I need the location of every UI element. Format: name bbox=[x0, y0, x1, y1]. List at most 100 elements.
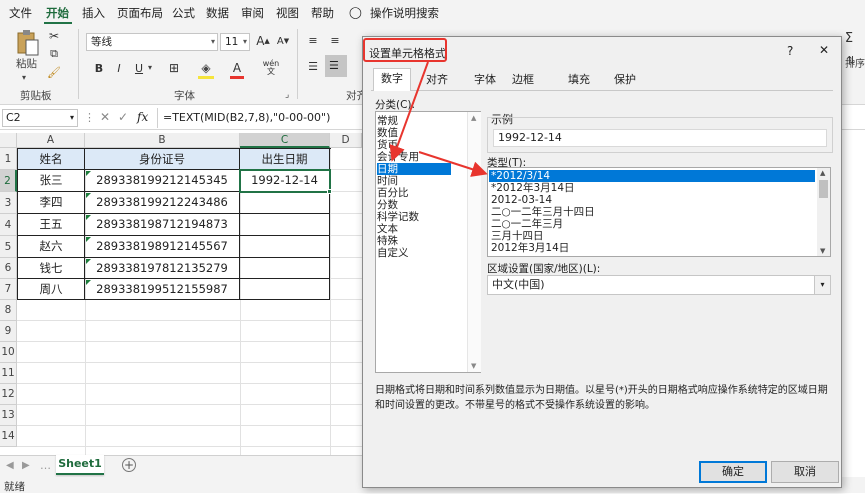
phonetic-icon[interactable]: wén 文 bbox=[262, 59, 280, 77]
insert-function-icon[interactable]: fx bbox=[137, 110, 148, 124]
cell-birth[interactable] bbox=[240, 192, 330, 214]
chevron-down-icon[interactable]: ▾ bbox=[148, 63, 152, 72]
menu-formulas[interactable]: 公式 bbox=[172, 5, 195, 21]
format-painter-icon[interactable]: 🖌 bbox=[47, 65, 61, 79]
copy-icon[interactable]: ⧉ bbox=[47, 47, 61, 61]
row-header[interactable]: 11 bbox=[0, 363, 17, 384]
menu-review[interactable]: 审阅 bbox=[241, 5, 264, 21]
category-item[interactable]: 科学记数 bbox=[377, 211, 419, 223]
lightbulb-icon[interactable]: ◯ bbox=[349, 5, 362, 19]
scroll-up-icon[interactable]: ▲ bbox=[471, 114, 476, 122]
align-top-icon[interactable]: ≡ bbox=[306, 33, 320, 47]
cell-name[interactable]: 赵六 bbox=[18, 236, 85, 258]
bold-button[interactable]: B bbox=[92, 61, 106, 75]
type-item[interactable]: 2012-03-14 bbox=[489, 194, 552, 206]
cell-birth[interactable] bbox=[240, 214, 330, 236]
menu-help[interactable]: 帮助 bbox=[311, 5, 334, 21]
cell-name[interactable]: 钱七 bbox=[18, 258, 85, 279]
row-header[interactable]: 9 bbox=[0, 321, 17, 342]
help-button[interactable]: ? bbox=[787, 44, 793, 58]
category-item-selected[interactable]: 日期 bbox=[377, 163, 451, 175]
type-item[interactable]: 三月十四日 bbox=[489, 230, 544, 242]
fill-color-icon[interactable]: ◈ bbox=[198, 61, 214, 75]
tab-border[interactable]: 边框 bbox=[505, 70, 541, 90]
align-middle-icon[interactable]: ≡ bbox=[328, 33, 342, 47]
cancel-button[interactable]: 取消 bbox=[771, 461, 839, 483]
tab-alignment[interactable]: 对齐 bbox=[419, 70, 455, 90]
italic-button[interactable]: I bbox=[112, 61, 126, 75]
column-header-d[interactable]: D bbox=[330, 133, 362, 148]
column-header-a[interactable]: A bbox=[17, 133, 85, 148]
column-header-b[interactable]: B bbox=[85, 133, 240, 148]
sheet-tab-sheet1[interactable]: Sheet1 bbox=[56, 455, 104, 475]
column-header-c[interactable]: C bbox=[240, 133, 330, 148]
menu-view[interactable]: 视图 bbox=[276, 5, 299, 21]
increase-font-icon[interactable]: A ▲ bbox=[256, 34, 270, 48]
category-item[interactable]: 分数 bbox=[377, 199, 398, 211]
scroll-down-icon[interactable]: ▼ bbox=[471, 362, 476, 370]
cancel-entry-icon[interactable]: ✕ bbox=[100, 110, 110, 124]
cell-name[interactable]: 李四 bbox=[18, 192, 85, 214]
row-header[interactable]: 7 bbox=[0, 279, 17, 300]
row-header[interactable]: 2 bbox=[0, 170, 17, 192]
type-list[interactable]: *2012/3/14 *2012年3月14日 2012-03-14 二○一二年三… bbox=[487, 167, 831, 257]
row-header[interactable]: 1 bbox=[0, 148, 17, 170]
cell-id[interactable]: 289338199212145345 bbox=[85, 170, 240, 192]
tab-protection[interactable]: 保护 bbox=[607, 70, 643, 90]
add-sheet-button[interactable]: + bbox=[122, 458, 136, 472]
cell-birth[interactable] bbox=[240, 236, 330, 258]
align-left-icon[interactable]: ☰ bbox=[306, 59, 320, 73]
row-header[interactable]: 5 bbox=[0, 236, 17, 258]
type-item[interactable]: *2012年3月14日 bbox=[489, 182, 575, 194]
cell-name[interactable]: 王五 bbox=[18, 214, 85, 236]
type-item-selected[interactable]: *2012/3/14 bbox=[489, 170, 815, 182]
type-item[interactable]: 2012年3月14日 bbox=[489, 242, 569, 254]
cell-name[interactable]: 张三 bbox=[18, 170, 85, 192]
tab-number[interactable]: 数字 bbox=[373, 68, 411, 91]
more-sheets-icon[interactable]: … bbox=[40, 459, 51, 472]
category-list[interactable]: 常规 数值 货币 会计专用 日期 时间 百分比 分数 科学记数 文本 特殊 自定… bbox=[375, 111, 481, 373]
confirm-entry-icon[interactable]: ✓ bbox=[118, 110, 128, 124]
row-header[interactable]: 3 bbox=[0, 192, 17, 214]
scroll-up-icon[interactable]: ▲ bbox=[820, 169, 825, 177]
row-header[interactable]: 13 bbox=[0, 405, 17, 426]
row-header[interactable]: 14 bbox=[0, 426, 17, 447]
type-scrollbar[interactable]: ▲ ▼ bbox=[817, 168, 830, 256]
cell-id[interactable]: 289338198912145567 bbox=[85, 236, 240, 258]
paste-icon[interactable] bbox=[14, 29, 42, 57]
category-item[interactable]: 数值 bbox=[377, 127, 398, 139]
formula-input[interactable]: =TEXT(MID(B2,7,8),"0-00-00") bbox=[163, 111, 330, 124]
scroll-left-icon[interactable]: ◀ bbox=[6, 460, 14, 471]
name-box[interactable]: C2 ▾ bbox=[2, 109, 78, 127]
cell-id[interactable]: 289338199212243486 bbox=[85, 192, 240, 214]
underline-button[interactable]: U bbox=[132, 61, 146, 75]
category-item[interactable]: 文本 bbox=[377, 223, 398, 235]
category-item[interactable]: 货币 bbox=[377, 139, 398, 151]
cell-name[interactable]: 周八 bbox=[18, 279, 85, 300]
cell-id[interactable]: 289338197812135279 bbox=[85, 258, 240, 279]
menu-data[interactable]: 数据 bbox=[206, 5, 229, 21]
font-name-combo[interactable]: 等线 ▾ bbox=[86, 33, 218, 51]
type-item[interactable]: 二○一二年三月 bbox=[489, 218, 563, 230]
category-item[interactable]: 时间 bbox=[377, 175, 398, 187]
sort-label[interactable]: 排序和 bbox=[845, 55, 865, 70]
font-size-combo[interactable]: 11 ▾ bbox=[220, 33, 250, 51]
scroll-thumb[interactable] bbox=[819, 180, 828, 198]
category-item[interactable]: 百分比 bbox=[377, 187, 409, 199]
menu-home[interactable]: 开始 bbox=[46, 5, 69, 21]
row-header[interactable]: 8 bbox=[0, 300, 17, 321]
category-item[interactable]: 特殊 bbox=[377, 235, 398, 247]
type-item[interactable]: 二○一二年三月十四日 bbox=[489, 206, 595, 218]
row-header[interactable]: 10 bbox=[0, 342, 17, 363]
category-scrollbar[interactable]: ▲ ▼ bbox=[467, 112, 481, 372]
row-header[interactable]: 6 bbox=[0, 258, 17, 279]
cell-id[interactable]: 289338199512155987 bbox=[85, 279, 240, 300]
header-cell-id[interactable]: 身份证号 bbox=[85, 148, 240, 170]
row-header[interactable]: 12 bbox=[0, 384, 17, 405]
menu-file[interactable]: 文件 bbox=[9, 5, 32, 21]
cut-icon[interactable]: ✂ bbox=[47, 29, 61, 43]
cell-id[interactable]: 289338198712194873 bbox=[85, 214, 240, 236]
cell-birth[interactable] bbox=[240, 258, 330, 279]
ok-button[interactable]: 确定 bbox=[699, 461, 767, 483]
category-item[interactable]: 会计专用 bbox=[377, 151, 419, 163]
